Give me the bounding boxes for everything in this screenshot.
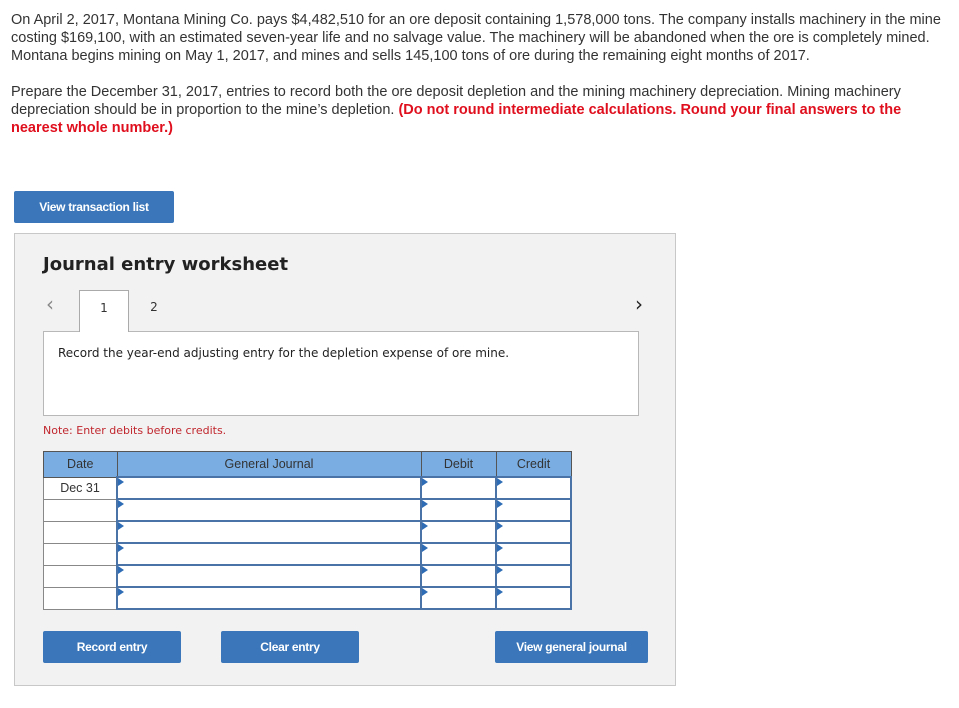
date-cell	[43, 564, 118, 588]
header-general-journal: General Journal	[116, 451, 422, 478]
dropdown-triangle-icon	[422, 566, 428, 574]
table-row: Dec 31	[43, 476, 572, 500]
problem-paragraph-1: On April 2, 2017, Montana Mining Co. pay…	[11, 12, 941, 64]
debit-credit-note: Note: Enter debits before credits.	[43, 424, 227, 437]
debit-input[interactable]	[420, 586, 497, 610]
worksheet-title: Journal entry worksheet	[43, 254, 289, 275]
dropdown-triangle-icon	[422, 544, 428, 552]
debit-input[interactable]	[420, 498, 497, 522]
table-row	[43, 586, 572, 610]
date-cell	[43, 498, 118, 522]
clear-entry-button[interactable]: Clear entry	[221, 631, 359, 663]
dropdown-triangle-icon	[497, 522, 503, 530]
dropdown-triangle-icon	[118, 566, 124, 574]
account-select[interactable]	[116, 542, 422, 566]
chevron-left-icon[interactable]: ‹	[46, 292, 54, 316]
dropdown-triangle-icon	[118, 478, 124, 486]
journal-entry-worksheet-panel: Journal entry worksheet ‹ › 1 2 Record t…	[14, 233, 676, 686]
dropdown-triangle-icon	[118, 500, 124, 508]
table-row	[43, 564, 572, 588]
table-header-row: Date General Journal Debit Credit	[43, 451, 572, 478]
debit-input[interactable]	[420, 476, 497, 500]
credit-input[interactable]	[495, 498, 572, 522]
tab-1[interactable]: 1	[79, 290, 129, 332]
problem-paragraph-2: Prepare the December 31, 2017, entries t…	[11, 83, 953, 137]
dropdown-triangle-icon	[118, 588, 124, 596]
debit-input[interactable]	[420, 564, 497, 588]
table-row	[43, 542, 572, 566]
problem-statement: On April 2, 2017, Montana Mining Co. pay…	[11, 11, 953, 137]
date-cell	[43, 520, 118, 544]
dropdown-triangle-icon	[118, 522, 124, 530]
dropdown-triangle-icon	[497, 544, 503, 552]
dropdown-triangle-icon	[422, 500, 428, 508]
dropdown-triangle-icon	[118, 544, 124, 552]
account-select[interactable]	[116, 520, 422, 544]
date-cell	[43, 586, 118, 610]
dropdown-triangle-icon	[497, 566, 503, 574]
account-select[interactable]	[116, 586, 422, 610]
journal-table: Date General Journal Debit Credit Dec 31	[43, 451, 572, 610]
instruction-box: Record the year-end adjusting entry for …	[43, 331, 639, 416]
header-date: Date	[43, 451, 118, 478]
account-select[interactable]	[116, 476, 422, 500]
dropdown-triangle-icon	[422, 588, 428, 596]
debit-input[interactable]	[420, 520, 497, 544]
date-cell	[43, 542, 118, 566]
credit-input[interactable]	[495, 564, 572, 588]
view-transaction-list-button[interactable]: View transaction list	[14, 191, 174, 223]
account-select[interactable]	[116, 564, 422, 588]
header-debit: Debit	[420, 451, 497, 478]
dropdown-triangle-icon	[497, 500, 503, 508]
date-cell: Dec 31	[43, 476, 118, 500]
record-entry-button[interactable]: Record entry	[43, 631, 181, 663]
table-row	[43, 520, 572, 544]
credit-input[interactable]	[495, 542, 572, 566]
dropdown-triangle-icon	[497, 478, 503, 486]
dropdown-triangle-icon	[422, 478, 428, 486]
dropdown-triangle-icon	[422, 522, 428, 530]
tab-2[interactable]: 2	[129, 290, 179, 332]
debit-input[interactable]	[420, 542, 497, 566]
credit-input[interactable]	[495, 586, 572, 610]
header-credit: Credit	[495, 451, 572, 478]
dropdown-triangle-icon	[497, 588, 503, 596]
chevron-right-icon[interactable]: ›	[635, 292, 643, 316]
table-row	[43, 498, 572, 522]
credit-input[interactable]	[495, 476, 572, 500]
credit-input[interactable]	[495, 520, 572, 544]
account-select[interactable]	[116, 498, 422, 522]
instruction-text: Record the year-end adjusting entry for …	[58, 346, 510, 360]
view-general-journal-button[interactable]: View general journal	[495, 631, 648, 663]
